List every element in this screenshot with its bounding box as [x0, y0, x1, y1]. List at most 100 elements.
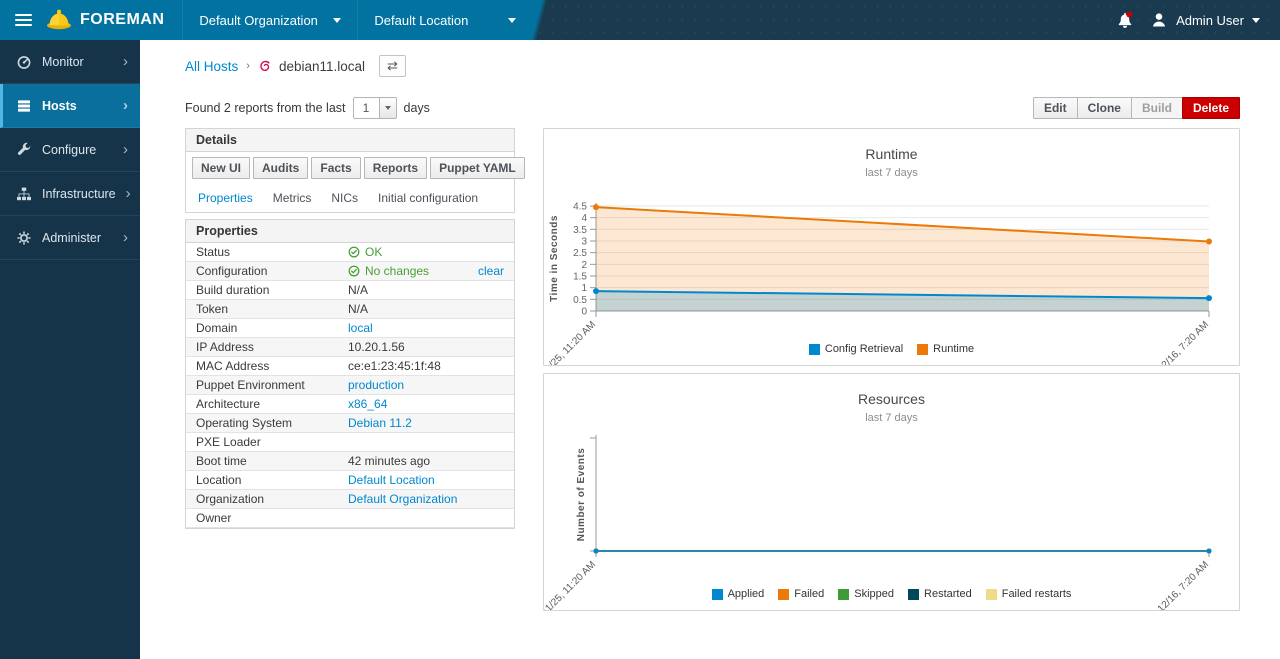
tab-nics[interactable]: NICs	[321, 185, 368, 212]
audits-button[interactable]: Audits	[253, 157, 308, 179]
runtime-chart-legend: Config Retrieval Runtime	[544, 343, 1239, 355]
legend-item-config-retrieval[interactable]: Config Retrieval	[809, 343, 903, 355]
location-switcher[interactable]: Default Location	[357, 0, 532, 40]
reports-button[interactable]: Reports	[364, 157, 427, 179]
legend-item-applied[interactable]: Applied	[712, 588, 765, 600]
property-value: Default Organization	[338, 490, 514, 508]
property-value: 10.20.1.56	[338, 338, 514, 356]
property-row-location: Location Default Location	[186, 471, 514, 490]
sidebar-item-administer[interactable]: Administer ›	[0, 216, 140, 260]
facts-button[interactable]: Facts	[311, 157, 360, 179]
sidebar-item-label: Administer	[42, 231, 113, 245]
properties-table: Status OKConfiguration No changesclearBu…	[186, 243, 514, 528]
property-label: Status	[186, 243, 338, 261]
sidebar-item-configure[interactable]: Configure›	[0, 128, 140, 172]
property-label: IP Address	[186, 338, 338, 356]
property-row-token: Token N/A	[186, 300, 514, 319]
legend-swatch	[778, 589, 789, 600]
legend-item-skipped[interactable]: Skipped	[838, 588, 894, 600]
sidebar-item-label: Hosts	[42, 99, 113, 113]
y-tick-label: 1	[581, 283, 587, 294]
sidebar-item-infrastructure[interactable]: Infrastructure›	[0, 172, 140, 216]
property-label: Location	[186, 471, 338, 489]
x-tick-label: 11/25, 11:20 AM	[544, 559, 598, 610]
x-tick-label: 12/16, 7:20 AM	[1156, 559, 1211, 610]
menu-toggle-icon[interactable]	[0, 0, 46, 40]
select-dropdown-button[interactable]	[379, 98, 396, 118]
tab-initial-configuration[interactable]: Initial configuration	[368, 185, 488, 212]
host-page-switcher-button[interactable]: ⇄	[379, 55, 406, 77]
y-axis-label: Time in Seconds	[549, 215, 560, 302]
delete-button[interactable]: Delete	[1182, 97, 1240, 119]
organization-switcher[interactable]: Default Organization	[182, 0, 357, 40]
chevron-down-icon	[508, 18, 516, 23]
clear-link[interactable]: clear	[478, 264, 504, 278]
property-row-owner: Owner	[186, 509, 514, 528]
property-link[interactable]: Debian 11.2	[348, 416, 412, 430]
property-row-mac-address: MAC Address ce:e1:23:45:1f:48	[186, 357, 514, 376]
property-value	[338, 511, 514, 526]
property-link[interactable]: x86_64	[348, 397, 387, 411]
property-value: local	[338, 319, 514, 337]
chevron-right-icon: ›	[123, 230, 128, 245]
property-label: Token	[186, 300, 338, 318]
notifications-bell-icon[interactable]	[1116, 11, 1134, 29]
brand-title: FOREMAN	[80, 11, 164, 29]
property-row-domain: Domain local	[186, 319, 514, 338]
property-value: ce:e1:23:45:1f:48	[338, 357, 514, 375]
check-circle-icon	[348, 265, 360, 277]
property-link[interactable]: production	[348, 378, 404, 392]
property-link[interactable]: Default Organization	[348, 492, 457, 506]
sidebar: Monitor›Hosts›Configure›Infrastructure›A…	[0, 40, 140, 659]
host-details-column: Details New UIAuditsFactsReportsPuppet Y…	[185, 128, 515, 529]
legend-item-failed[interactable]: Failed	[778, 588, 824, 600]
property-label: Architecture	[186, 395, 338, 413]
breadcrumb-current: debian11.local	[258, 59, 365, 74]
property-row-boot-time: Boot time 42 minutes ago	[186, 452, 514, 471]
y-tick-label: 3	[581, 237, 587, 248]
property-link[interactable]: local	[348, 321, 373, 335]
chevron-right-icon: ›	[123, 54, 128, 69]
tab-metrics[interactable]: Metrics	[263, 185, 322, 212]
resources-chart-panel: Resourceslast 7 daysNumber of Events11/2…	[543, 373, 1240, 611]
properties-panel: Properties Status OKConfiguration No cha…	[185, 219, 515, 529]
legend-item-failed-restarts[interactable]: Failed restarts	[986, 588, 1072, 600]
user-menu[interactable]: Admin User	[1150, 11, 1260, 29]
property-value: Debian 11.2	[338, 414, 514, 432]
breadcrumb-all-hosts-link[interactable]: All Hosts	[185, 59, 238, 74]
report-days-value: 1	[354, 98, 379, 118]
brand[interactable]: FOREMAN	[46, 9, 182, 31]
clone-button[interactable]: Clone	[1077, 97, 1132, 119]
sidebar-item-label: Configure	[42, 143, 113, 157]
data-point	[593, 204, 599, 210]
property-value: N/A	[338, 300, 514, 318]
host-action-buttons: EditCloneBuildDelete	[1033, 97, 1240, 119]
gauge-icon	[16, 54, 32, 70]
sidebar-item-monitor[interactable]: Monitor›	[0, 40, 140, 84]
property-link[interactable]: Default Location	[348, 473, 435, 487]
chevron-down-icon	[1252, 18, 1260, 23]
legend-item-restarted[interactable]: Restarted	[908, 588, 972, 600]
legend-swatch	[712, 589, 723, 600]
status-text: No changes	[365, 264, 429, 278]
property-value: 42 minutes ago	[338, 452, 514, 470]
property-row-puppet-environment: Puppet Environment production	[186, 376, 514, 395]
data-point	[1206, 238, 1212, 244]
tab-properties[interactable]: Properties	[188, 185, 263, 212]
y-tick-label: 4.5	[573, 202, 587, 213]
sidebar-item-label: Infrastructure	[42, 187, 116, 201]
property-row-configuration: Configuration No changesclear	[186, 262, 514, 281]
new-ui-button[interactable]: New UI	[192, 157, 250, 179]
location-label: Default Location	[374, 13, 468, 28]
edit-button[interactable]: Edit	[1033, 97, 1078, 119]
property-row-organization: Organization Default Organization	[186, 490, 514, 509]
y-tick-label: 0.5	[573, 295, 587, 306]
chart-title: Resources	[858, 391, 925, 407]
legend-item-runtime[interactable]: Runtime	[917, 343, 974, 355]
puppet-yaml-button[interactable]: Puppet YAML	[430, 157, 525, 179]
details-panel-title: Details	[186, 129, 514, 152]
report-days-select[interactable]: 1	[353, 97, 397, 119]
chevron-right-icon: ›	[123, 98, 128, 113]
sidebar-item-hosts[interactable]: Hosts ›	[0, 84, 140, 128]
property-row-status: Status OK	[186, 243, 514, 262]
